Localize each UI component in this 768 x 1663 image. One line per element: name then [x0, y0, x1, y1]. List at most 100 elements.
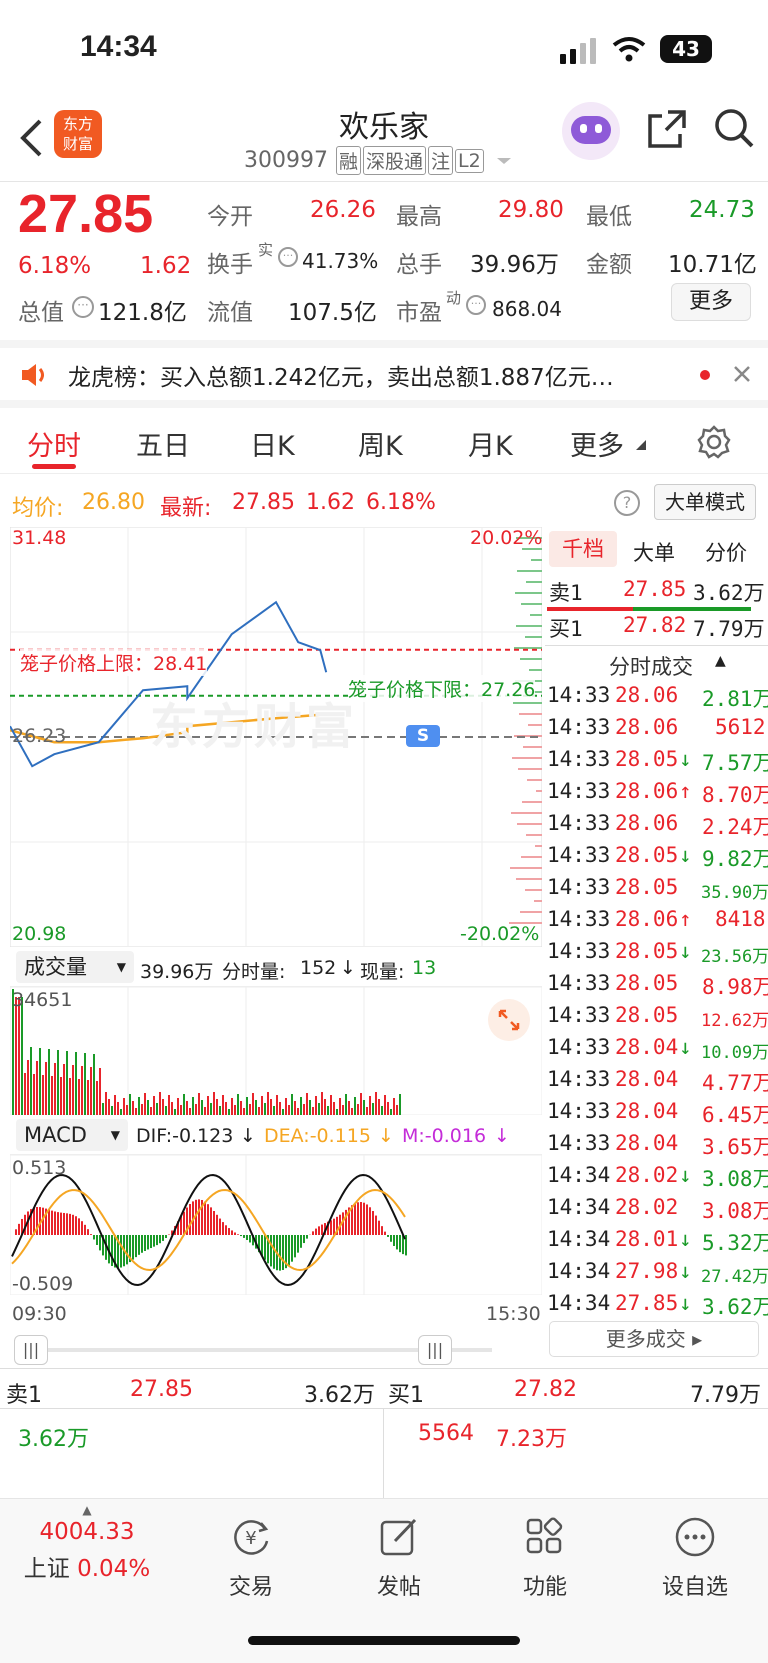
macd-header: MACD ▼ DIF:-0.123 ↓ DEA:-0.115 ↓ M:-0.016…: [10, 1115, 542, 1155]
pct-max-label: 20.02%: [470, 527, 543, 549]
tab-thousand-level[interactable]: 千档: [549, 531, 617, 567]
macd-bar: [183, 1211, 185, 1235]
macd-bar: [204, 1201, 206, 1235]
tick-row: 14:33 28.06 ↑ 8418: [545, 907, 768, 939]
info-icon[interactable]: ···: [278, 247, 298, 267]
edit-icon: [380, 1518, 417, 1556]
nav-watchlist[interactable]: 设自选: [620, 1499, 768, 1601]
macd-bar: [312, 1231, 314, 1235]
depth-bar: [515, 592, 542, 594]
tick-direction: ↓: [679, 1227, 692, 1251]
volume-value: 39.96万: [470, 252, 559, 278]
volume-header: 成交量 ▼ 39.96万 分时量: 152 ↓ 现量: 13: [10, 947, 542, 987]
tick-direction: ↓: [679, 843, 692, 867]
tab-intraday[interactable]: 分时: [27, 424, 81, 463]
volume-bar: [135, 1108, 137, 1115]
volume-bar: [354, 1097, 356, 1115]
volume-bar: [24, 1073, 26, 1115]
macd-bar: [246, 1235, 248, 1241]
battery-icon: 43: [660, 35, 712, 63]
tab-week[interactable]: 周K: [358, 424, 403, 463]
volume-bar: [267, 1092, 269, 1115]
macd-bar: [282, 1235, 284, 1270]
volume-bar: [234, 1105, 236, 1115]
trade-icon: ¥: [234, 1520, 269, 1555]
range-slider[interactable]: ||| |||: [10, 1335, 542, 1365]
volume-bar: [66, 1051, 68, 1115]
volume-bar: [231, 1098, 233, 1115]
volume-bar: [261, 1096, 263, 1115]
search-icon[interactable]: [712, 106, 756, 150]
nav-function[interactable]: 功能: [470, 1499, 620, 1601]
depth-bar: [526, 581, 542, 583]
volume-bar: [342, 1105, 344, 1115]
chevron-down-icon: [496, 157, 511, 164]
tab-month[interactable]: 月K: [468, 424, 513, 463]
tick-row: 14:33 28.05 ↓ 9.82万: [545, 843, 768, 875]
macd-bar: [372, 1211, 374, 1235]
low-value: 24.73: [689, 197, 755, 223]
volume-bar: [147, 1100, 149, 1115]
more-ticks-button[interactable]: 更多成交 ▸: [549, 1321, 759, 1357]
tick-row: 14:33 28.04 6.45万: [545, 1099, 768, 1131]
share-icon[interactable]: [646, 108, 688, 150]
nav-post[interactable]: 发帖: [324, 1499, 474, 1601]
nav-trade[interactable]: ¥ 交易: [176, 1499, 326, 1601]
watermark: 东方财富: [150, 699, 359, 755]
more-quote-button[interactable]: 更多: [671, 283, 751, 321]
macd-bar: [249, 1235, 251, 1243]
slider-left-handle[interactable]: |||: [14, 1335, 48, 1365]
tick-time: 14:34: [547, 1291, 611, 1315]
macd-bar: [219, 1218, 221, 1235]
robot-avatar-icon[interactable]: [562, 102, 620, 160]
macd-bar: [90, 1234, 92, 1235]
macd-bar: [357, 1202, 359, 1235]
macd-m: M:-0.016: [402, 1125, 487, 1147]
volume-selector[interactable]: 成交量 ▼: [16, 951, 134, 983]
volume-bar: [321, 1092, 323, 1115]
latest-pct: 6.18%: [366, 490, 436, 515]
help-icon[interactable]: ?: [614, 490, 640, 516]
volume-bar: [303, 1104, 305, 1115]
svg-text:¥: ¥: [245, 1528, 256, 1549]
info-icon[interactable]: ···: [72, 296, 94, 318]
tick-time: 14:33: [547, 1067, 611, 1091]
tab-5day[interactable]: 五日: [136, 424, 190, 463]
tab-price-dist[interactable]: 分价: [705, 537, 747, 567]
tab-day[interactable]: 日K: [250, 424, 295, 463]
tab-big-order[interactable]: 大单: [633, 537, 675, 567]
macd-bar: [318, 1226, 320, 1235]
ticks-title[interactable]: 分时成交: [609, 651, 693, 681]
stock-code-line[interactable]: 300997 融 深股通 注 L2: [244, 146, 514, 175]
slider-right-handle[interactable]: |||: [418, 1335, 452, 1365]
close-icon[interactable]: [732, 364, 752, 384]
sell-marker-icon[interactable]: S: [406, 725, 440, 747]
change-pct: 6.18%: [18, 253, 92, 279]
stock-header: 东方 财富 欢乐家 300997 融 深股通 注 L2: [0, 100, 768, 182]
index-ticker[interactable]: ▲ 4004.33 上证 0.04%: [12, 1499, 162, 1583]
macd-bar: [387, 1235, 389, 1237]
volume-bar: [399, 1094, 401, 1115]
bottom-sell-vol: 3.62万: [304, 1383, 375, 1408]
wifi-icon: [612, 37, 646, 62]
volume-bar: [81, 1066, 83, 1115]
tick-time: 14:34: [547, 1259, 611, 1283]
volume-bar: [330, 1095, 332, 1115]
big-order-mode-button[interactable]: 大单模式: [654, 484, 756, 520]
settings-icon[interactable]: [696, 424, 732, 460]
macd-bar: [363, 1202, 365, 1235]
tick-price: 28.04: [615, 1099, 679, 1123]
tag-margin: 融: [335, 146, 361, 175]
tick-time: 14:33: [547, 907, 611, 931]
dragon-tiger-notice[interactable]: 龙虎榜：买入总额1.242亿元，卖出总额1.887亿元…: [0, 340, 768, 408]
tab-more[interactable]: 更多: [570, 424, 624, 463]
volume-bar: [339, 1098, 341, 1115]
time-end-label: 15:30: [486, 1303, 541, 1325]
depth-bar: [523, 746, 542, 748]
info-icon[interactable]: ···: [466, 295, 486, 315]
macd-selector[interactable]: MACD ▼: [16, 1119, 128, 1151]
depth-bar: [519, 713, 542, 715]
expand-icon[interactable]: [488, 999, 530, 1041]
volume-bar: [309, 1100, 311, 1115]
macd-bar: [216, 1214, 218, 1235]
